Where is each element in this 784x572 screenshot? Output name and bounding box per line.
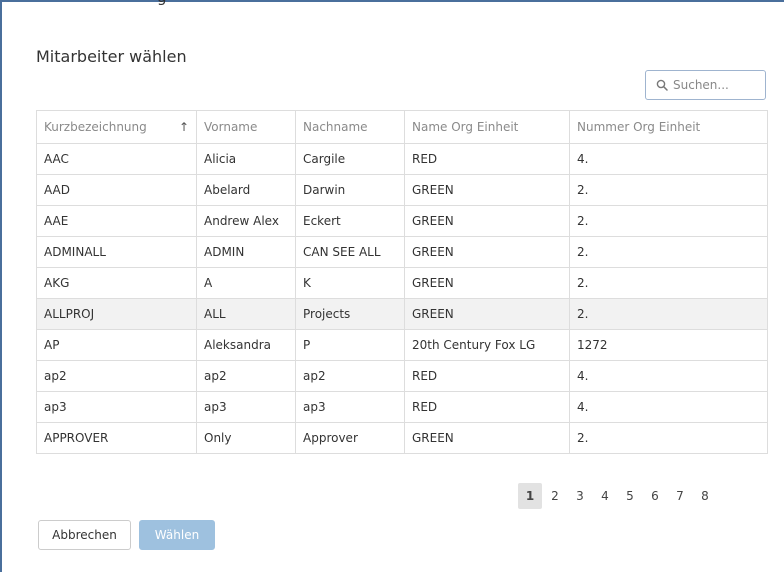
cell-nachname: P (295, 329, 405, 361)
column-header-nummer-org-einheit[interactable]: Nummer Org Einheit (569, 110, 768, 144)
cell-name-org-einheit: GREEN (404, 236, 570, 268)
cancel-button[interactable]: Abbrechen (38, 520, 131, 550)
cell-nachname: Cargile (295, 143, 405, 175)
dialog-frame: g Mitarbeiter wählen Kurzbezeichnung ↑ V… (0, 0, 784, 572)
cell-name-org-einheit: GREEN (404, 174, 570, 206)
page-6-button[interactable]: 6 (643, 483, 667, 509)
table-row[interactable]: APPROVER Only Approver GREEN 2. (36, 422, 768, 454)
table-row-highlighted[interactable]: ALLPROJ ALL Projects GREEN 2. (36, 298, 768, 330)
cell-nachname: Projects (295, 298, 405, 330)
cell-vorname: Abelard (196, 174, 296, 206)
column-header-kurzbezeichnung[interactable]: Kurzbezeichnung ↑ (36, 110, 197, 144)
cell-name-org-einheit: GREEN (404, 267, 570, 299)
cell-name-org-einheit: GREEN (404, 205, 570, 237)
table-row[interactable]: AP Aleksandra P 20th Century Fox LG 1272 (36, 329, 768, 361)
cell-nummer-org-einheit: 2. (569, 267, 768, 299)
cell-vorname: ap2 (196, 360, 296, 392)
page-2-button[interactable]: 2 (543, 483, 567, 509)
column-header-name-org-einheit[interactable]: Name Org Einheit (404, 110, 570, 144)
table-row[interactable]: AKG A K GREEN 2. (36, 267, 768, 299)
search-field[interactable] (645, 70, 766, 100)
cell-kurzbezeichnung: ADMINALL (36, 236, 197, 268)
cell-nummer-org-einheit: 2. (569, 205, 768, 237)
page-1-button[interactable]: 1 (518, 483, 542, 509)
cell-vorname: Alicia (196, 143, 296, 175)
cell-nummer-org-einheit: 2. (569, 422, 768, 454)
cell-name-org-einheit: 20th Century Fox LG (404, 329, 570, 361)
search-icon (656, 79, 668, 91)
cell-nummer-org-einheit: 4. (569, 143, 768, 175)
table-row[interactable]: ap2 ap2 ap2 RED 4. (36, 360, 768, 392)
pagination: 1 2 3 4 5 6 7 8 (518, 483, 718, 509)
cell-vorname: Andrew Alex (196, 205, 296, 237)
cell-nachname: Eckert (295, 205, 405, 237)
column-header-label: Kurzbezeichnung (44, 120, 147, 134)
sort-ascending-icon: ↑ (178, 120, 189, 134)
table-row[interactable]: AAC Alicia Cargile RED 4. (36, 143, 768, 175)
table-row[interactable]: AAD Abelard Darwin GREEN 2. (36, 174, 768, 206)
cell-vorname: ap3 (196, 391, 296, 423)
cell-name-org-einheit: RED (404, 391, 570, 423)
column-header-label: Vorname (204, 120, 258, 134)
cell-nachname: K (295, 267, 405, 299)
cell-nummer-org-einheit: 2. (569, 174, 768, 206)
cell-vorname: A (196, 267, 296, 299)
cell-nummer-org-einheit: 4. (569, 391, 768, 423)
cell-nummer-org-einheit: 2. (569, 236, 768, 268)
cell-vorname: ALL (196, 298, 296, 330)
cell-nachname: Darwin (295, 174, 405, 206)
cell-kurzbezeichnung: AP (36, 329, 197, 361)
cell-kurzbezeichnung: AAD (36, 174, 197, 206)
page-8-button[interactable]: 8 (693, 483, 717, 509)
page-5-button[interactable]: 5 (618, 483, 642, 509)
table-row[interactable]: ADMINALL ADMIN CAN SEE ALL GREEN 2. (36, 236, 768, 268)
cell-kurzbezeichnung: ALLPROJ (36, 298, 197, 330)
cell-nummer-org-einheit: 4. (569, 360, 768, 392)
search-input[interactable] (673, 78, 755, 92)
cell-name-org-einheit: GREEN (404, 422, 570, 454)
cell-kurzbezeichnung: AAC (36, 143, 197, 175)
column-header-label: Nachname (303, 120, 368, 134)
cell-vorname: Only (196, 422, 296, 454)
table-row[interactable]: ap3 ap3 ap3 RED 4. (36, 391, 768, 423)
page-7-button[interactable]: 7 (668, 483, 692, 509)
cell-nachname: Approver (295, 422, 405, 454)
page-3-button[interactable]: 3 (568, 483, 592, 509)
cell-name-org-einheit: GREEN (404, 298, 570, 330)
dialog-title: Mitarbeiter wählen (36, 47, 187, 66)
cell-kurzbezeichnung: AAE (36, 205, 197, 237)
cell-name-org-einheit: RED (404, 360, 570, 392)
cell-nummer-org-einheit: 1272 (569, 329, 768, 361)
cell-nachname: ap3 (295, 391, 405, 423)
cell-nachname: CAN SEE ALL (295, 236, 405, 268)
employee-table: Kurzbezeichnung ↑ Vorname Nachname Name … (36, 110, 768, 454)
table-header-row: Kurzbezeichnung ↑ Vorname Nachname Name … (36, 110, 768, 144)
page-4-button[interactable]: 4 (593, 483, 617, 509)
table-row[interactable]: AAE Andrew Alex Eckert GREEN 2. (36, 205, 768, 237)
cell-nummer-org-einheit: 2. (569, 298, 768, 330)
column-header-nachname[interactable]: Nachname (295, 110, 405, 144)
cell-kurzbezeichnung: ap3 (36, 391, 197, 423)
column-header-label: Name Org Einheit (412, 120, 519, 134)
column-header-label: Nummer Org Einheit (577, 120, 701, 134)
column-header-vorname[interactable]: Vorname (196, 110, 296, 144)
choose-button[interactable]: Wählen (139, 520, 215, 550)
cell-kurzbezeichnung: ap2 (36, 360, 197, 392)
cell-vorname: Aleksandra (196, 329, 296, 361)
cell-nachname: ap2 (295, 360, 405, 392)
cell-kurzbezeichnung: APPROVER (36, 422, 197, 454)
cell-vorname: ADMIN (196, 236, 296, 268)
header-fragment: g (157, 0, 167, 6)
cell-kurzbezeichnung: AKG (36, 267, 197, 299)
cell-name-org-einheit: RED (404, 143, 570, 175)
